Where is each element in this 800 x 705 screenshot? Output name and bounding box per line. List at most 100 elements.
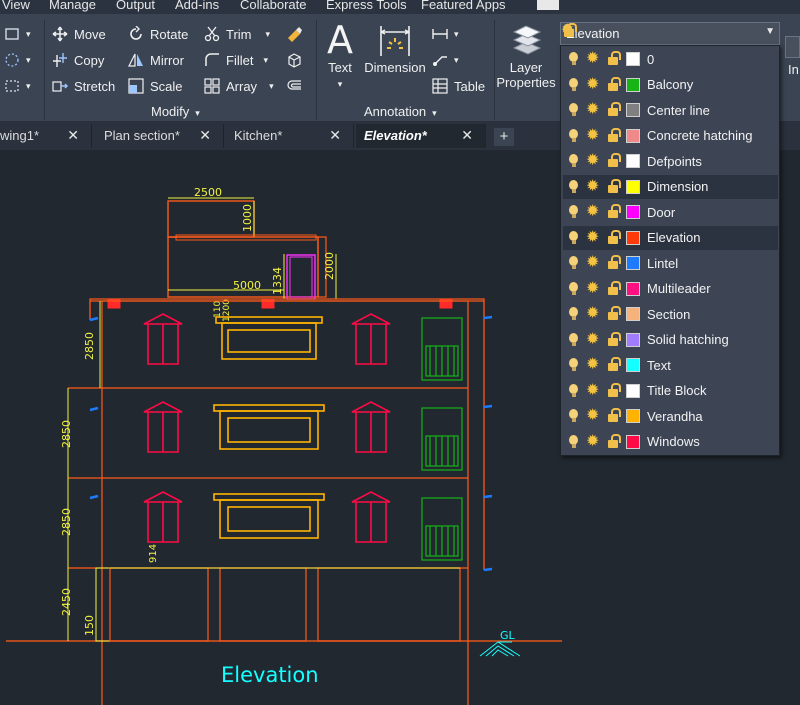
bulb-icon[interactable] bbox=[567, 357, 582, 373]
sun-icon[interactable] bbox=[586, 329, 601, 349]
explode-button[interactable] bbox=[286, 52, 308, 68]
chevron-down-icon[interactable]: ▼ bbox=[765, 26, 775, 37]
sun-icon[interactable] bbox=[586, 303, 601, 323]
menu-view[interactable]: View bbox=[2, 0, 30, 12]
layer-row[interactable]: Concrete hatching bbox=[563, 124, 778, 148]
unlock-icon[interactable] bbox=[605, 331, 621, 348]
unlock-icon[interactable] bbox=[605, 204, 621, 220]
sun-icon[interactable] bbox=[586, 150, 601, 170]
rotate-button[interactable]: Rotate bbox=[128, 25, 188, 42]
rectangle-tool[interactable]: ▾ bbox=[4, 26, 31, 42]
sun-icon[interactable] bbox=[586, 431, 601, 451]
sun-icon[interactable] bbox=[586, 176, 601, 196]
leader-button[interactable]: ▾ bbox=[432, 52, 459, 68]
layer-row[interactable]: 0 bbox=[563, 47, 778, 71]
unlock-icon[interactable] bbox=[605, 102, 621, 118]
bulb-icon[interactable] bbox=[567, 153, 582, 169]
sun-icon[interactable] bbox=[586, 48, 601, 68]
unlock-icon[interactable] bbox=[605, 127, 621, 144]
layer-properties-button[interactable]: Layer Properties bbox=[496, 20, 556, 90]
tab-kitchen[interactable]: Kitchen* ✕ bbox=[226, 124, 354, 148]
menu-output[interactable]: Output bbox=[116, 0, 155, 12]
bulb-icon[interactable] bbox=[567, 51, 582, 67]
bulb-icon[interactable] bbox=[567, 77, 582, 93]
unlock-icon[interactable] bbox=[605, 280, 621, 297]
layer-row[interactable]: Text bbox=[563, 353, 778, 377]
sun-icon[interactable] bbox=[586, 405, 601, 425]
array-button[interactable]: Array ▾ bbox=[204, 78, 274, 94]
sun-icon[interactable] bbox=[586, 125, 601, 145]
layer-row[interactable]: Solid hatching bbox=[563, 328, 778, 352]
bulb-icon[interactable] bbox=[567, 281, 582, 297]
menu-collaborate[interactable]: Collaborate bbox=[240, 0, 307, 12]
linear-dim-button[interactable]: ▾ bbox=[432, 26, 459, 42]
bulb-icon[interactable] bbox=[567, 408, 582, 424]
bulb-icon[interactable] bbox=[567, 255, 582, 271]
unlock-icon[interactable] bbox=[605, 357, 621, 373]
erase-button[interactable] bbox=[286, 26, 308, 42]
mirror-button[interactable]: Mirror bbox=[128, 52, 184, 68]
dimension-button[interactable]: Dimension bbox=[363, 22, 427, 75]
offset-button[interactable] bbox=[286, 78, 308, 94]
trim-button[interactable]: Trim ▾ bbox=[204, 26, 270, 42]
text-button[interactable]: A Text ▾ bbox=[322, 20, 358, 90]
bulb-icon[interactable] bbox=[567, 383, 582, 399]
unlock-icon[interactable] bbox=[605, 408, 621, 424]
layer-row[interactable]: Section bbox=[563, 302, 778, 326]
unlock-icon[interactable] bbox=[605, 433, 621, 450]
close-icon[interactable]: ✕ bbox=[199, 127, 211, 144]
modify-panel-title[interactable]: Modify ▾ bbox=[151, 104, 200, 119]
sun-icon[interactable] bbox=[586, 354, 601, 374]
bulb-icon[interactable] bbox=[567, 434, 582, 450]
layer-row[interactable]: Windows bbox=[563, 430, 778, 454]
unlock-icon[interactable] bbox=[605, 178, 621, 195]
tab-drawing1[interactable]: wing1* ✕ bbox=[0, 124, 92, 148]
bulb-icon[interactable] bbox=[567, 128, 582, 144]
unlock-icon[interactable] bbox=[605, 153, 621, 169]
stretch-button[interactable]: Stretch bbox=[52, 78, 115, 94]
menu-featured-apps[interactable]: Featured Apps bbox=[421, 0, 506, 12]
fillet-button[interactable]: Fillet ▾ bbox=[204, 52, 268, 68]
bulb-icon[interactable] bbox=[567, 306, 582, 322]
unlock-icon[interactable] bbox=[605, 229, 621, 246]
menu-add-ins[interactable]: Add-ins bbox=[175, 0, 219, 12]
bulb-icon[interactable] bbox=[567, 332, 582, 348]
region-tool[interactable]: ▾ bbox=[4, 78, 31, 94]
annotation-panel-title[interactable]: Annotation ▾ bbox=[364, 104, 437, 119]
layer-row[interactable]: Lintel bbox=[563, 251, 778, 275]
copy-button[interactable]: Copy bbox=[52, 52, 104, 68]
sun-icon[interactable] bbox=[586, 74, 601, 94]
menu-manage[interactable]: Manage bbox=[49, 0, 96, 12]
tab-plan-section[interactable]: Plan section* ✕ bbox=[96, 124, 224, 148]
unlock-icon[interactable] bbox=[605, 306, 621, 322]
layer-dropdown[interactable]: Elevation ▼ bbox=[560, 22, 780, 45]
layer-row[interactable]: Title Block bbox=[563, 379, 778, 403]
sun-icon[interactable] bbox=[586, 99, 601, 119]
close-icon[interactable]: ✕ bbox=[329, 127, 341, 144]
layer-row[interactable]: Dimension bbox=[563, 174, 778, 199]
sun-icon[interactable] bbox=[586, 278, 601, 298]
sun-icon[interactable] bbox=[586, 201, 601, 221]
unlock-icon[interactable] bbox=[605, 382, 621, 399]
sun-icon[interactable] bbox=[586, 227, 601, 247]
menu-express-tools[interactable]: Express Tools bbox=[326, 0, 407, 12]
sun-icon[interactable] bbox=[586, 252, 601, 272]
layer-row[interactable]: Center line bbox=[563, 98, 778, 122]
bulb-icon[interactable] bbox=[567, 102, 582, 118]
layer-row[interactable]: Door bbox=[563, 200, 778, 224]
bulb-icon[interactable] bbox=[567, 230, 582, 246]
table-button[interactable]: Table bbox=[432, 78, 485, 94]
close-icon[interactable]: ✕ bbox=[461, 127, 473, 144]
tab-elevation[interactable]: Elevation* ✕ bbox=[356, 124, 486, 148]
insert-label[interactable]: In bbox=[788, 62, 799, 77]
hatch-tool[interactable]: ▾ bbox=[4, 52, 31, 68]
ribbon-minimize-icon[interactable] bbox=[537, 0, 559, 10]
unlock-icon[interactable] bbox=[605, 76, 621, 93]
layer-row[interactable]: Balcony bbox=[563, 73, 778, 97]
unlock-icon[interactable] bbox=[605, 51, 621, 67]
layer-row[interactable]: Verandha bbox=[563, 404, 778, 428]
bulb-icon[interactable] bbox=[567, 204, 582, 220]
layer-row[interactable]: Multileader bbox=[563, 277, 778, 301]
new-tab-button[interactable]: + bbox=[494, 128, 514, 146]
scale-button[interactable]: Scale bbox=[128, 78, 183, 94]
